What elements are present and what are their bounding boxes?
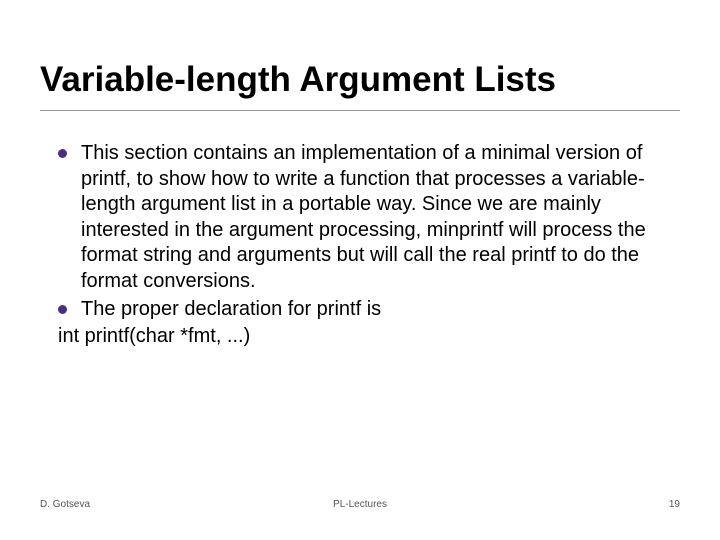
bullet-icon xyxy=(58,305,67,314)
slide-footer: D. Gotseva PL-Lectures 19 xyxy=(0,499,720,510)
footer-author: D. Gotseva xyxy=(40,499,90,510)
slide-title: Variable-length Argument Lists xyxy=(40,60,680,111)
bullet-text: The proper declaration for printf is xyxy=(81,297,381,323)
bullet-text: This section contains an implementation … xyxy=(81,141,680,295)
bullet-icon xyxy=(58,149,67,158)
footer-title: PL-Lectures xyxy=(333,499,387,510)
page-number: 19 xyxy=(669,499,680,510)
slide-content: This section contains an implementation … xyxy=(40,141,680,350)
slide: Variable-length Argument Lists This sect… xyxy=(0,0,720,540)
code-line: int printf(char *fmt, ...) xyxy=(58,324,680,350)
bullet-item: This section contains an implementation … xyxy=(58,141,680,295)
bullet-item: The proper declaration for printf is xyxy=(58,297,680,323)
